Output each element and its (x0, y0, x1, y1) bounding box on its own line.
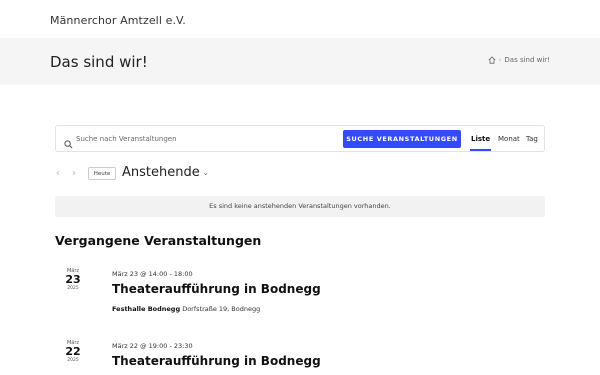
venue-address: Dorfstraße 19, Bodnegg (182, 305, 261, 313)
breadcrumb-current: Das sind wir! (504, 56, 550, 64)
home-icon[interactable] (488, 56, 496, 64)
site-title[interactable]: Männerchor Amtzell e.V. (50, 14, 186, 27)
event-year: 2025 (67, 358, 79, 363)
breadcrumb: › Das sind wir! (488, 56, 550, 64)
search-events-button[interactable]: SUCHE VERANSTALTUNGEN (343, 130, 461, 148)
search-icon (64, 134, 73, 149)
event-title-link[interactable]: Theateraufführung in Bodnegg (112, 354, 321, 368)
event-venue: Festhalle Bodnegg Dorfstraße 19, Bodnegg (112, 305, 260, 313)
today-button[interactable]: Heute (88, 167, 116, 180)
event-day: 22 (65, 345, 81, 358)
date-range-selector[interactable]: Anstehende ⌄ (122, 165, 209, 180)
date-range-label: Anstehende (122, 165, 200, 180)
view-tab-list[interactable]: Liste (469, 135, 492, 151)
event-date-tag: März 22 2025 (60, 340, 86, 363)
event-search-bar: SUCHE VERANSTALTUNGEN Liste Monat Tag (55, 125, 545, 152)
event-search-input[interactable] (76, 132, 326, 146)
event-year: 2025 (67, 286, 79, 291)
event-day: 23 (65, 273, 81, 286)
chevron-down-icon: ⌄ (202, 168, 209, 177)
event-date-tag: März 23 2025 (60, 268, 86, 291)
breadcrumb-separator: › (498, 56, 502, 64)
past-events-heading: Vergangene Veranstaltungen (55, 233, 262, 248)
chevron-left-icon[interactable]: ‹ (56, 169, 65, 179)
page-header: Das sind wir! › Das sind wir! (0, 38, 600, 85)
venue-name: Festhalle Bodnegg (112, 305, 181, 313)
view-tab-month[interactable]: Monat (498, 135, 520, 143)
chevron-right-icon[interactable]: › (72, 169, 81, 179)
event-time: März 22 @ 19:00 - 23:30 (112, 342, 193, 350)
view-tab-day[interactable]: Tag (526, 135, 538, 143)
date-navigation: ‹ › Heute Anstehende ⌄ (55, 165, 355, 183)
event-time: März 23 @ 14:00 - 18:00 (112, 270, 193, 278)
no-events-notice: Es sind keine anstehenden Veranstaltunge… (55, 196, 545, 217)
page-title: Das sind wir! (50, 53, 148, 71)
event-title-link[interactable]: Theateraufführung in Bodnegg (112, 282, 321, 296)
